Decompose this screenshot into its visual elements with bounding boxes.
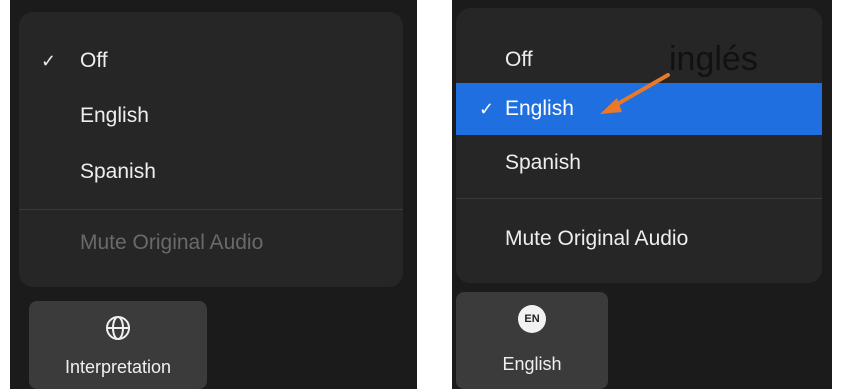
menu-item-label: Off — [505, 48, 533, 71]
menu-item-label: English — [80, 104, 149, 127]
language-button[interactable]: EN English — [456, 292, 608, 389]
menu-item-label: Off — [80, 49, 108, 72]
interpretation-button-label: Interpretation — [64, 357, 172, 377]
menu-item-label: Mute Original Audio — [80, 231, 264, 254]
left-screenshot: ✓ Off English Spanish Mute Original Audi… — [10, 0, 417, 389]
interpretation-menu: Off ✓ English Spanish Mute Original Audi… — [456, 8, 822, 283]
menu-item-label: Spanish — [505, 151, 581, 174]
menu-divider — [19, 209, 403, 210]
language-button-label: English — [502, 354, 562, 374]
en-badge-icon: EN — [518, 305, 546, 333]
globe-icon — [105, 315, 131, 346]
checkmark-icon: ✓ — [479, 98, 495, 119]
menu-item-english[interactable]: English — [19, 91, 403, 141]
annotation-label: inglés — [669, 40, 758, 78]
menu-item-label: Mute Original Audio — [505, 227, 689, 250]
menu-item-off[interactable]: Off — [456, 35, 822, 85]
right-screenshot: Off ✓ English Spanish Mute Original Audi… — [452, 0, 832, 389]
menu-item-off[interactable]: ✓ Off — [19, 36, 403, 86]
menu-item-mute-original-audio[interactable]: Mute Original Audio — [456, 214, 822, 264]
menu-item-english[interactable]: ✓ English — [456, 83, 822, 135]
menu-item-spanish[interactable]: Spanish — [19, 147, 403, 197]
menu-item-label: English — [505, 97, 574, 120]
menu-item-spanish[interactable]: Spanish — [456, 138, 822, 188]
interpretation-button[interactable]: Interpretation — [29, 301, 207, 389]
interpretation-menu: ✓ Off English Spanish Mute Original Audi… — [19, 12, 403, 287]
menu-item-mute-original-audio: Mute Original Audio — [19, 218, 403, 268]
menu-item-label: Spanish — [80, 160, 156, 183]
menu-divider — [456, 198, 822, 199]
checkmark-icon: ✓ — [41, 50, 57, 71]
